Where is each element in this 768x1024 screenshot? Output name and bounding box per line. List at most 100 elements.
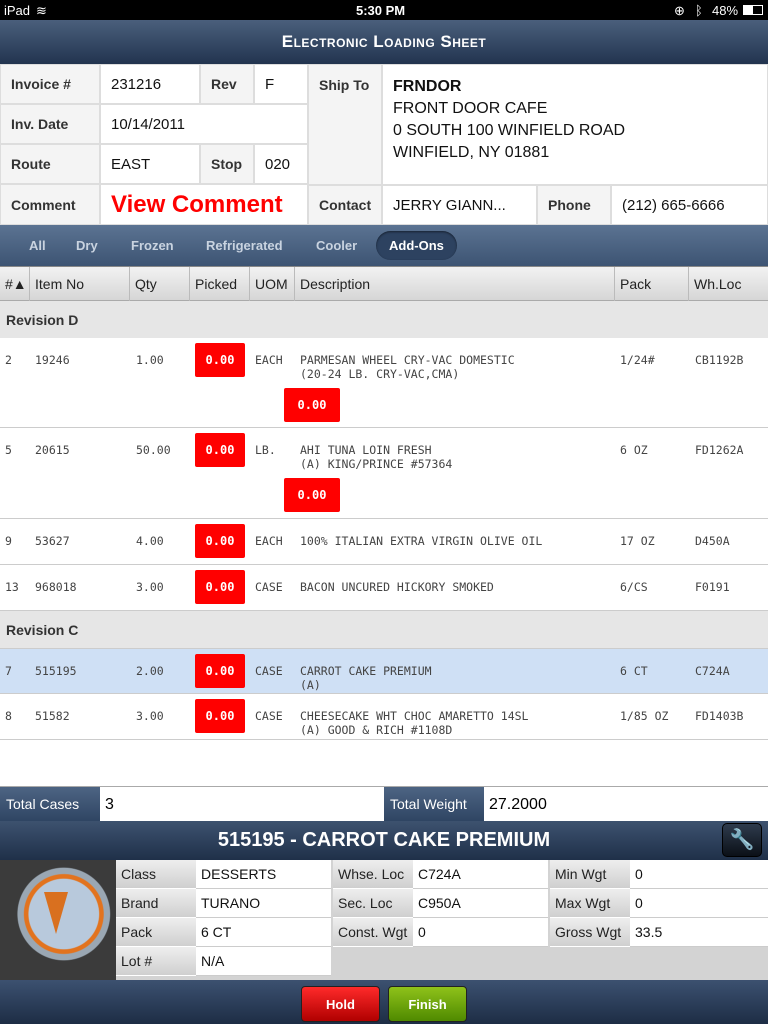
- hold-button[interactable]: Hold: [301, 986, 380, 1022]
- description: PARMESAN WHEEL CRY-VAC DOMESTIC: [300, 353, 515, 367]
- table-row[interactable]: 8 51582 3.00 CASE CHEESECAKE WHT CHOC AMARET…: [0, 694, 768, 740]
- wh-loc: D450A: [695, 534, 730, 548]
- detail-value: 33.5: [630, 918, 768, 947]
- totals-bar: Total Cases 3 Total Weight 27.2000: [0, 786, 768, 822]
- description: AHI TUNA LOIN FRESH: [300, 443, 432, 457]
- pack: 1/24#: [620, 353, 655, 367]
- col-whloc[interactable]: Wh.Loc: [689, 267, 768, 301]
- phone-value: (212) 665-6666: [611, 185, 768, 225]
- tab-refrigerated[interactable]: Refrigerated: [193, 231, 296, 260]
- wh-loc: F0191: [695, 580, 730, 594]
- col-num[interactable]: #▲: [0, 267, 30, 301]
- detail-value: 0: [630, 889, 768, 918]
- detail-value: C724A: [413, 860, 548, 889]
- detail-label: Lot #: [116, 947, 196, 976]
- uom: LB.: [255, 443, 276, 457]
- row-num: 13: [5, 580, 19, 594]
- row-num: 7: [5, 664, 12, 678]
- table-header: #▲ Item No Qty Picked UOM Description Pa…: [0, 266, 768, 301]
- col-uom[interactable]: UOM: [250, 267, 295, 301]
- detail-value: 0: [413, 918, 548, 947]
- rotation-lock-icon: ⊕: [674, 3, 685, 18]
- status-bar: iPad ≋ 5:30 PM ⊕ ᛒ 48%: [0, 0, 768, 20]
- route-label: Route: [0, 144, 100, 184]
- picked-button[interactable]: 0.00: [195, 524, 245, 558]
- ship-to-address: FRNDOR FRONT DOOR CAFE 0 SOUTH 100 WINFI…: [382, 64, 768, 185]
- battery-icon: [743, 5, 763, 15]
- table-row[interactable]: 5 20615 50.00 LB. AHI TUNA LOIN FRESH 6 OZ FD1…: [0, 428, 768, 519]
- table-row[interactable]: 2 19246 1.00 EACH PARMESAN WHEEL CRY-VAC DOM…: [0, 338, 768, 428]
- tab-cooler[interactable]: Cooler: [303, 231, 370, 260]
- total-weight-label: Total Weight: [384, 787, 484, 822]
- tab-frozen[interactable]: Frozen: [118, 231, 187, 260]
- row-num: 9: [5, 534, 12, 548]
- col-pack[interactable]: Pack: [615, 267, 689, 301]
- pack: 6/CS: [620, 580, 648, 594]
- battery-percent: 48%: [712, 3, 739, 18]
- col-description[interactable]: Description: [295, 267, 615, 301]
- qty: 50.00: [136, 443, 171, 457]
- ship-street: 0 SOUTH 100 WINFIELD ROAD: [393, 122, 626, 139]
- description: BACON UNCURED HICKORY SMOKED: [300, 580, 494, 594]
- item-no: 51582: [35, 709, 70, 723]
- detail-label: Max Wgt: [550, 889, 630, 918]
- picked-weight-button[interactable]: 0.00: [284, 388, 340, 422]
- picked-button[interactable]: 0.00: [195, 570, 245, 604]
- item-no: 53627: [35, 534, 70, 548]
- item-detail-title-text: 515195 - CARROT CAKE PREMIUM: [217, 829, 551, 851]
- row-num: 2: [5, 353, 12, 367]
- qty: 3.00: [136, 580, 164, 594]
- detail-label: Gross Wgt: [550, 918, 630, 947]
- tab-add-ons[interactable]: Add-Ons: [376, 231, 457, 260]
- pack: 6 OZ: [620, 443, 648, 457]
- uom: EACH: [255, 534, 283, 548]
- table-row[interactable]: 9 53627 4.00 EACH 100% ITALIAN EXTRA VIRGIN …: [0, 519, 768, 565]
- rev-value: F: [254, 64, 308, 104]
- total-cases-label: Total Cases: [0, 787, 100, 822]
- picked-button[interactable]: 0.00: [195, 654, 245, 688]
- detail-label: Sec. Loc: [333, 889, 413, 918]
- table-row[interactable]: 7 515195 2.00 CASE CARROT CAKE PREMIUM 6 CT C7…: [0, 649, 768, 694]
- wh-loc: FD1403B: [695, 709, 744, 723]
- tab-all[interactable]: All: [16, 231, 59, 260]
- uom: EACH: [255, 353, 283, 367]
- detail-label: Min Wgt: [550, 860, 630, 889]
- clock: 5:30 PM: [356, 3, 406, 18]
- col-item-no[interactable]: Item No: [30, 267, 130, 301]
- category-tabs: All Dry Frozen Refrigerated Cooler Add-O…: [0, 225, 768, 266]
- phone-label: Phone: [537, 185, 611, 225]
- contact-value: JERRY GIANN...: [382, 185, 537, 225]
- wrench-icon: 🔧: [729, 829, 755, 851]
- wh-loc: CB1192B: [695, 353, 744, 367]
- picked-button[interactable]: 0.00: [195, 343, 245, 377]
- product-image: [0, 860, 116, 980]
- finish-button[interactable]: Finish: [388, 986, 467, 1022]
- ship-to-label: Ship To: [308, 64, 382, 185]
- date-value: 10/14/2011: [100, 104, 308, 144]
- picked-button[interactable]: 0.00: [195, 433, 245, 467]
- col-picked[interactable]: Picked: [190, 267, 250, 301]
- tab-dry[interactable]: Dry: [63, 231, 111, 260]
- total-cases-value: 3: [105, 796, 114, 813]
- detail-value: DESSERTS: [196, 860, 331, 889]
- detail-label: Const. Wgt: [333, 918, 413, 947]
- uom: CASE: [255, 709, 283, 723]
- view-comment-link[interactable]: View Comment: [100, 184, 308, 225]
- invoice-label: Invoice #: [0, 64, 100, 104]
- stop-value: 020: [254, 144, 308, 184]
- wrench-button[interactable]: 🔧: [722, 823, 762, 857]
- item-no: 20615: [35, 443, 70, 457]
- picked-weight-button[interactable]: 0.00: [284, 478, 340, 512]
- picked-button[interactable]: 0.00: [195, 699, 245, 733]
- qty: 4.00: [136, 534, 164, 548]
- description: 100% ITALIAN EXTRA VIRGIN OLIVE OIL: [300, 534, 543, 548]
- table-row[interactable]: 13 968018 3.00 CASE BACON UNCURED HICKORY SM…: [0, 565, 768, 611]
- description: CARROT CAKE PREMIUM: [300, 664, 432, 678]
- page-title: Electronic Loading Sheet: [0, 20, 768, 64]
- uom: CASE: [255, 580, 283, 594]
- item-no: 515195: [35, 664, 77, 678]
- col-qty[interactable]: Qty: [130, 267, 190, 301]
- item-no: 968018: [35, 580, 77, 594]
- qty: 2.00: [136, 664, 164, 678]
- pack: 1/85 OZ: [620, 709, 669, 723]
